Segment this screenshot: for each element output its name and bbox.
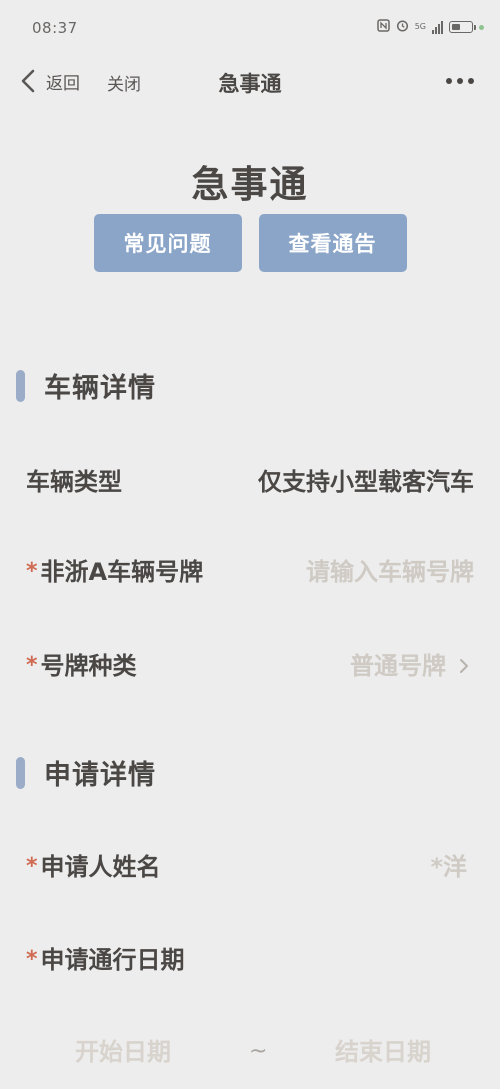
more-menu-icon[interactable] (446, 78, 474, 84)
signal-icon (432, 20, 443, 34)
charging-dot-icon (479, 24, 484, 30)
applicant-name-label: 申请人姓名 (40, 853, 161, 881)
plate-kind-value: 普通号牌 (350, 652, 446, 680)
plate-number-row[interactable]: * 非浙A车辆号牌 请输入车辆号牌 (0, 552, 500, 592)
start-date-picker[interactable]: 开始日期 (75, 1032, 171, 1072)
plate-kind-label: 号牌种类 (40, 652, 137, 680)
apply-section-header: 申请详情 (16, 753, 156, 792)
status-icons: 5G (376, 19, 484, 35)
plate-kind-label-wrap: * 号牌种类 (26, 646, 137, 686)
vehicle-section-header: 车辆详情 (16, 366, 156, 405)
alarm-icon (396, 19, 409, 35)
required-mark: * (26, 947, 38, 972)
back-label: 返回 (46, 73, 80, 94)
section-accent-bar (16, 369, 25, 402)
plate-kind-select[interactable]: 普通号牌 (350, 646, 470, 686)
header-button-row: 常见问题 查看通告 (0, 214, 500, 272)
travel-date-row: * 申请通行日期 (0, 940, 500, 980)
view-notice-button[interactable]: 查看通告 (258, 214, 407, 272)
travel-date-label: 申请通行日期 (40, 946, 185, 974)
section-accent-bar (16, 756, 25, 789)
vehicle-type-row: 车辆类型 仅支持小型载客汽车 (0, 462, 500, 502)
chevron-left-icon (21, 69, 35, 93)
plate-number-input[interactable]: 请输入车辆号牌 (306, 552, 474, 592)
apply-section-title: 申请详情 (44, 760, 156, 791)
battery-icon (449, 21, 476, 33)
applicant-name-label-wrap: * 申请人姓名 (26, 847, 161, 887)
status-time: 08:37 (32, 19, 78, 37)
applicant-name-row[interactable]: * 申请人姓名 *洋 (0, 847, 500, 887)
applicant-name-value[interactable]: *洋 (430, 847, 467, 887)
vehicle-type-label: 车辆类型 (26, 468, 122, 496)
plate-kind-row[interactable]: * 号牌种类 普通号牌 (0, 646, 500, 686)
status-bar: 08:37 5G (0, 0, 500, 56)
date-range-row: 开始日期 ~ 结束日期 (0, 1032, 500, 1072)
vehicle-section-title: 车辆详情 (44, 373, 156, 404)
plate-number-label: 非浙A车辆号牌 (40, 558, 204, 586)
network-label: 5G (414, 22, 426, 31)
faq-button[interactable]: 常见问题 (93, 214, 242, 272)
required-mark: * (26, 854, 38, 879)
chevron-right-icon (460, 659, 468, 673)
date-separator: ~ (249, 1039, 268, 1064)
plate-number-label-wrap: * 非浙A车辆号牌 (26, 552, 203, 592)
required-mark: * (26, 653, 38, 678)
nfc-icon (376, 19, 390, 35)
close-button[interactable]: 关闭 (107, 70, 141, 95)
end-date-picker[interactable]: 结束日期 (335, 1032, 431, 1072)
vehicle-type-value: 仅支持小型载客汽车 (258, 468, 474, 496)
back-button[interactable]: 返回 (18, 68, 80, 94)
page-title: 急事通 (191, 163, 309, 206)
required-mark: * (26, 559, 38, 584)
travel-date-label-wrap: * 申请通行日期 (26, 940, 185, 980)
nav-bar: 返回 关闭 急事通 (0, 56, 500, 106)
